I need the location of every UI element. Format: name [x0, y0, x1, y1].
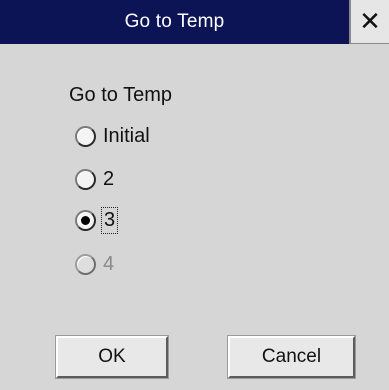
radio-dot-icon — [81, 215, 90, 225]
title-bar: Go to Temp ✕ — [0, 0, 389, 44]
go-to-temp-dialog: Go to Temp ✕ Go to Temp Initial 2 3 4 OK… — [0, 0, 389, 390]
radio-option-initial[interactable]: Initial — [75, 124, 150, 148]
close-icon: ✕ — [359, 6, 381, 36]
radio-label-4: 4 — [103, 252, 115, 275]
radio-button-icon[interactable] — [75, 168, 96, 190]
radio-button-icon[interactable] — [75, 125, 96, 147]
radio-option-2[interactable]: 2 — [75, 167, 114, 191]
radio-label-2: 2 — [103, 167, 115, 190]
group-label: Go to Temp — [69, 84, 173, 106]
radio-label-3: 3 — [100, 206, 119, 234]
radio-option-4: 4 — [75, 252, 114, 276]
ok-button[interactable]: OK — [55, 335, 169, 379]
window-title: Go to Temp — [0, 0, 349, 44]
radio-button-disabled-icon — [75, 253, 96, 275]
close-button[interactable]: ✕ — [349, 0, 389, 44]
radio-label-initial: Initial — [103, 124, 150, 147]
radio-option-3[interactable]: 3 — [75, 206, 119, 234]
cancel-button[interactable]: Cancel — [227, 335, 356, 379]
radio-button-selected-icon[interactable] — [75, 209, 96, 231]
